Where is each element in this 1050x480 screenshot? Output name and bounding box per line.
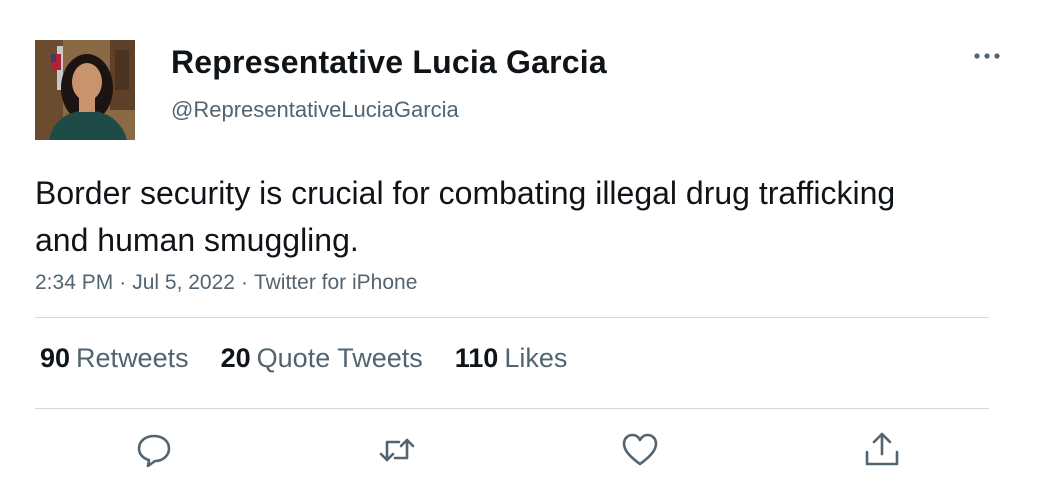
retweets-count: 90 bbox=[40, 343, 71, 373]
likes-count: 110 bbox=[454, 343, 499, 373]
meta-separator: · bbox=[119, 271, 127, 294]
tweet-text: Border security is crucial for combating… bbox=[35, 175, 896, 258]
tweet-date[interactable]: Jul 5, 2022 bbox=[132, 271, 235, 294]
tweet-time[interactable]: 2:34 PM bbox=[35, 271, 113, 294]
meta-separator: · bbox=[240, 271, 248, 294]
retweet-icon bbox=[379, 438, 415, 462]
quote-tweets-stat[interactable]: 20 Quote Tweets bbox=[221, 343, 423, 374]
retweets-stat[interactable]: 90 Retweets bbox=[40, 343, 189, 374]
likes-stat[interactable]: 110 Likes bbox=[455, 343, 568, 374]
share-icon bbox=[865, 432, 899, 466]
retweets-label: Retweets bbox=[76, 343, 189, 373]
user-handle[interactable]: @RepresentativeLuciaGarcia bbox=[171, 97, 459, 123]
display-name[interactable]: Representative Lucia Garcia bbox=[171, 44, 607, 81]
quote-tweets-label: Quote Tweets bbox=[256, 343, 423, 373]
likes-label: Likes bbox=[504, 343, 568, 373]
retweet-button[interactable] bbox=[377, 430, 417, 470]
share-button[interactable] bbox=[862, 430, 902, 470]
tweet-source[interactable]: Twitter for iPhone bbox=[254, 271, 417, 294]
tweet-meta: 2:34 PM · Jul 5, 2022 · Twitter for iPhone bbox=[35, 271, 417, 295]
more-dots-icon[interactable] bbox=[972, 44, 1002, 68]
divider bbox=[35, 317, 989, 318]
reply-icon bbox=[137, 434, 171, 468]
avatar[interactable] bbox=[35, 40, 135, 140]
quote-tweets-count: 20 bbox=[220, 343, 251, 373]
like-button[interactable] bbox=[620, 430, 660, 470]
heart-icon bbox=[622, 433, 658, 466]
divider bbox=[35, 408, 989, 409]
tweet-stats: 90 Retweets 20 Quote Tweets 110 Likes bbox=[40, 343, 567, 374]
reply-button[interactable] bbox=[134, 430, 174, 470]
